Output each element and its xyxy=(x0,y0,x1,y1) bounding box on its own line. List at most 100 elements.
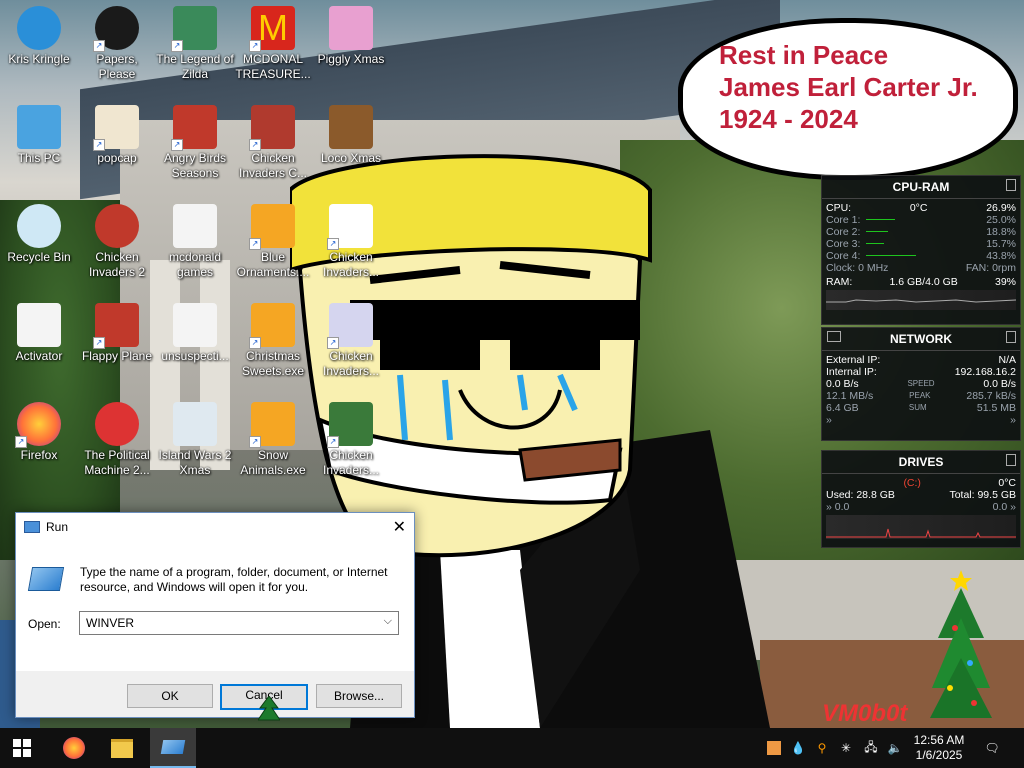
shortcut-arrow-icon: ↗ xyxy=(171,139,183,151)
desktop-icon-legend-of-zilda[interactable]: ↗ The Legend of Zilda xyxy=(156,6,234,82)
desktop-icon-firefox[interactable]: ↗ Firefox xyxy=(0,402,78,463)
desktop-icon-flappy-plane[interactable]: ↗ Flappy Plane xyxy=(78,303,156,364)
browse-button[interactable]: Browse... xyxy=(316,684,402,708)
island-wars-icon xyxy=(173,402,217,446)
internal-ip-value: 192.168.16.2 xyxy=(954,366,1016,378)
desktop-icon-label: Snow Animals.exe xyxy=(240,448,306,477)
close-icon[interactable]: ✕ xyxy=(393,517,406,537)
tray-drop[interactable]: 💧 xyxy=(788,728,808,768)
desktop-icon-label: Angry Birds Seasons xyxy=(163,151,227,180)
action-center-button[interactable]: 🗨 xyxy=(978,728,1006,768)
taskbar-firefox[interactable] xyxy=(54,728,94,768)
desktop-icon-angry-birds[interactable]: ↗ Angry Birds Seasons xyxy=(156,105,234,181)
chevron-down-icon[interactable]: ⌵ xyxy=(384,615,392,628)
desktop-icon-snow-animals[interactable]: ↗ Snow Animals.exe xyxy=(234,402,312,478)
ram-graph xyxy=(826,290,1016,310)
shortcut-arrow-icon: ↗ xyxy=(93,40,105,52)
fan-label: FAN: 0rpm xyxy=(965,262,1016,274)
cpu-temp: 0°C xyxy=(909,202,928,214)
shortcut-arrow-icon: ↗ xyxy=(327,337,339,349)
shortcut-arrow-icon: ↗ xyxy=(249,238,261,250)
desktop-icon-political-machine[interactable]: The Political Machine 2... xyxy=(78,402,156,478)
bubble-line-2: James Earl Carter Jr. xyxy=(719,72,978,102)
desktop-icon-loco-xmas[interactable]: Loco Xmas xyxy=(312,105,390,166)
desktop-icon-chicken-invaders-b[interactable]: ↗ Chicken Invaders... xyxy=(312,303,390,379)
peak-tag: PEAK xyxy=(909,391,931,400)
firefox-icon xyxy=(63,737,85,759)
drive-read: » 0.0 xyxy=(826,501,849,513)
chevron-down-icon: » xyxy=(1007,501,1016,513)
angry-birds-icon: ↗ xyxy=(171,105,217,151)
folder-icon xyxy=(111,738,133,758)
desktop-icon-papers-please[interactable]: ↗ Papers, Please xyxy=(78,6,156,82)
tray-clock[interactable]: 12:56 AM 1/6/2025 xyxy=(906,728,972,768)
download-peak: 12.1 MB/s xyxy=(826,390,874,402)
internal-ip-label: Internal IP: xyxy=(826,366,877,378)
widget-toggle-icon[interactable] xyxy=(1006,454,1016,466)
blue-ornaments-icon: ↗ xyxy=(249,204,295,250)
desktop-icon-activator[interactable]: Activator xyxy=(0,303,78,364)
desktop-icon-recycle-bin[interactable]: Recycle Bin xyxy=(0,204,78,265)
open-label: Open: xyxy=(28,617,61,631)
drive-row: (C:) 0°C xyxy=(822,477,1020,489)
monitor-icon xyxy=(827,331,841,342)
chevron-down-icon[interactable]: » xyxy=(1010,414,1016,426)
widget-toggle-icon[interactable] xyxy=(1006,331,1016,343)
core-bar xyxy=(866,238,980,250)
open-combobox[interactable]: WINVER ⌵ xyxy=(79,611,399,635)
christmas-sweets-icon: ↗ xyxy=(249,303,295,349)
popcap-icon: ↗ xyxy=(93,105,139,151)
clock-date: 1/6/2025 xyxy=(915,748,963,762)
desktop-icon-unsuspecting[interactable]: unsuspecti... xyxy=(156,303,234,364)
tray-network-app[interactable] xyxy=(764,728,784,768)
desktop-icon-chicken-invaders-2[interactable]: Chicken Invaders 2 xyxy=(78,204,156,280)
piggly-xmas-icon xyxy=(329,6,373,50)
start-button[interactable] xyxy=(2,728,42,768)
activator-icon xyxy=(17,303,61,347)
papers-please-icon: ↗ xyxy=(93,6,139,52)
desktop-icon-label: Recycle Bin xyxy=(7,250,71,264)
droplet-icon: 💧 xyxy=(790,741,806,755)
speed-row: 0.0 B/s SPEED 0.0 B/s xyxy=(822,378,1020,390)
drive-write-value: 0.0 xyxy=(992,501,1008,513)
drive-write: 0.0 » xyxy=(993,501,1016,513)
chevron-down-icon[interactable]: » xyxy=(826,414,832,426)
desktop-icon-label: Activator xyxy=(15,349,63,363)
run-dialog-description: Type the name of a program, folder, docu… xyxy=(80,565,388,594)
desktop-icon-label: Christmas Sweets.exe xyxy=(241,349,305,378)
desktop-icon-blue-ornaments[interactable]: ↗ Blue Ornaments.... xyxy=(234,204,312,280)
desktop-icon-popcap[interactable]: ↗ popcap xyxy=(78,105,156,166)
upload-sum: 51.5 MB xyxy=(976,402,1016,414)
desktop-icon-chicken-invaders-c2[interactable]: ↗ Chicken Invaders... xyxy=(312,402,390,478)
open-input[interactable]: WINVER xyxy=(86,616,134,630)
taskbar: 💧 ⚲ ✳ 🖧 🔈 12:56 AM 1/6/2025 🗨 xyxy=(0,728,1024,768)
ram-label: RAM: xyxy=(826,276,853,288)
ok-button[interactable]: OK xyxy=(127,684,213,708)
desktop-icon-island-wars[interactable]: Island Wars 2 Xmas xyxy=(156,402,234,478)
taskbar-run[interactable] xyxy=(150,728,196,768)
desktop-icon-mcdonald-treasure[interactable]: M ↗ MCDONAL TREASURE... xyxy=(234,6,312,82)
tray-network[interactable]: 🖧 xyxy=(860,728,882,768)
desktop-icon-chicken-invaders-c[interactable]: ↗ Chicken Invaders C... xyxy=(234,105,312,181)
desktop-icon-mcdonald-games[interactable]: mcdonald games xyxy=(156,204,234,280)
external-ip-value: N/A xyxy=(998,354,1016,366)
desktop-icon-this-pc[interactable]: This PC xyxy=(0,105,78,166)
desktop-icon-christmas-sweets[interactable]: ↗ Christmas Sweets.exe xyxy=(234,303,312,379)
ram-row: RAM: 1.6 GB/4.0 GB 39% xyxy=(822,276,1020,288)
core-value: 43.8% xyxy=(986,250,1016,262)
desktop-icon-chicken-invaders-a[interactable]: ↗ Chicken Invaders... xyxy=(312,204,390,280)
tray-volume[interactable]: 🔈 xyxy=(884,728,906,768)
widget-toggle-icon[interactable] xyxy=(1006,179,1016,191)
shortcut-arrow-icon: ↗ xyxy=(249,337,261,349)
desktop-icon-label: This PC xyxy=(17,151,61,165)
desktop-icon-kris-kringle[interactable]: Kris Kringle xyxy=(0,6,78,67)
desktop-icon-piggly-xmas[interactable]: Piggly Xmas xyxy=(312,6,390,67)
tray-search[interactable]: ⚲ xyxy=(812,728,832,768)
run-dialog-body: Type the name of a program, folder, docu… xyxy=(16,541,414,679)
taskbar-file-explorer[interactable] xyxy=(102,728,142,768)
watermark: VM0b0t xyxy=(822,700,908,727)
drive-graph xyxy=(826,515,1016,539)
shortcut-arrow-icon: ↗ xyxy=(171,40,183,52)
tray-sun[interactable]: ✳ xyxy=(836,728,856,768)
cpu-row: CPU: 0°C 26.9% xyxy=(822,202,1020,214)
